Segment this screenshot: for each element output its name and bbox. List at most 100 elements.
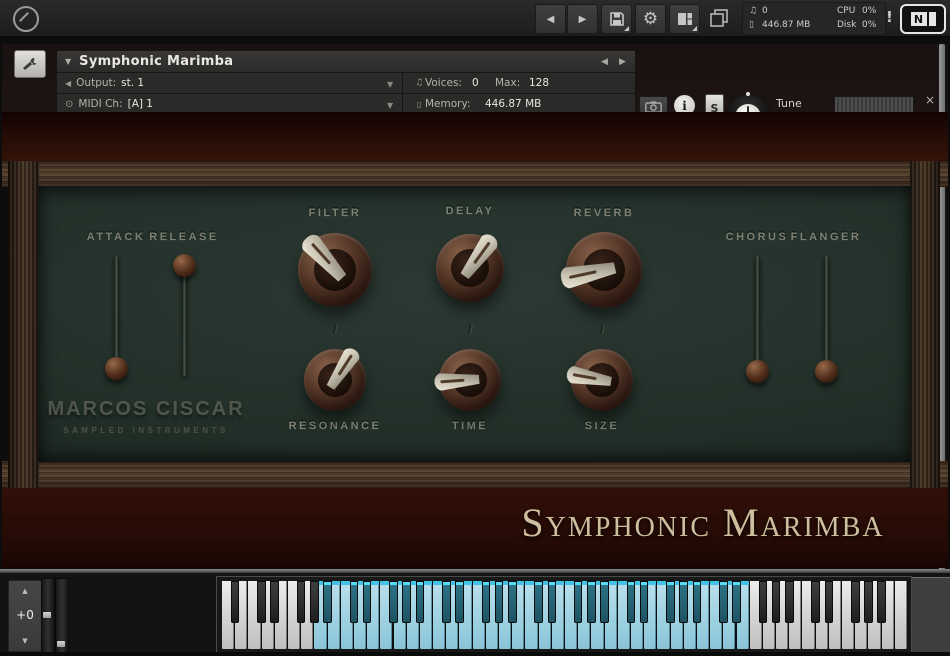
- brand-name: MARCOS CISCAR: [46, 398, 246, 421]
- disk-label: Disk: [837, 20, 856, 30]
- white-key[interactable]: [895, 581, 907, 649]
- black-key[interactable]: [851, 581, 860, 623]
- black-key[interactable]: [231, 581, 240, 623]
- black-key[interactable]: [323, 581, 332, 623]
- mod-wheel[interactable]: [55, 578, 69, 654]
- max-voices-value[interactable]: 128: [529, 77, 549, 89]
- ni-logo-n: N: [911, 12, 927, 26]
- black-key[interactable]: [825, 581, 834, 623]
- black-key[interactable]: [574, 581, 583, 623]
- knob-filter[interactable]: [298, 233, 372, 307]
- total-memory-value: 446.87 MB: [762, 20, 810, 30]
- slider-attack[interactable]: [105, 357, 128, 380]
- black-key[interactable]: [732, 581, 741, 623]
- remove-instrument-icon[interactable]: ×: [925, 93, 935, 107]
- black-key[interactable]: [772, 581, 781, 623]
- kontakt-menu-icon[interactable]: [13, 6, 39, 32]
- black-key[interactable]: [785, 581, 794, 623]
- next-instrument-icon[interactable]: ▶: [619, 57, 626, 67]
- black-key[interactable]: [402, 581, 411, 623]
- knob-pointer-slot: [440, 379, 464, 384]
- edit-instrument-button[interactable]: [14, 50, 46, 78]
- black-key[interactable]: [693, 581, 702, 623]
- system-status-panel: ♫ 0 CPU 0% ▯ 446.87 MB Disk 0%: [742, 2, 886, 35]
- collapse-arrow-icon[interactable]: ▼: [65, 57, 71, 66]
- black-key[interactable]: [548, 581, 557, 623]
- black-key[interactable]: [679, 581, 688, 623]
- output-dropdown-icon[interactable]: ▼: [387, 80, 393, 89]
- wood-frame-right: [910, 161, 940, 488]
- row-separator: [402, 73, 403, 93]
- midi-channel-value[interactable]: [A] 1: [128, 98, 153, 110]
- black-key[interactable]: [811, 581, 820, 623]
- black-key[interactable]: [666, 581, 675, 623]
- black-key[interactable]: [759, 581, 768, 623]
- black-key[interactable]: [416, 581, 425, 623]
- tune-label: Tune: [776, 97, 802, 110]
- output-voices-row: ◀ Output: st. 1 ▼ ♫ Voices: 0 Max: 128: [57, 73, 635, 94]
- slider-track-flanger: [824, 256, 829, 376]
- voices-value: 0: [472, 77, 479, 89]
- knob-pointer-slot: [473, 241, 490, 263]
- black-key[interactable]: [257, 581, 266, 623]
- black-key[interactable]: [297, 581, 306, 623]
- options-button[interactable]: ⚙: [635, 4, 666, 34]
- transpose-down-icon[interactable]: ▼: [9, 637, 41, 645]
- pitch-wheel[interactable]: [41, 578, 55, 654]
- knob-pointer-slot: [568, 270, 597, 279]
- warning-indicator-icon[interactable]: !: [886, 8, 893, 26]
- minimize-view-button[interactable]: [708, 7, 730, 29]
- pitch-wheel-handle[interactable]: [43, 612, 51, 618]
- gear-icon: ⚙: [643, 9, 658, 29]
- view-layout-button[interactable]: [669, 4, 700, 34]
- ni-logo[interactable]: N: [900, 4, 946, 34]
- black-key[interactable]: [363, 581, 372, 623]
- black-key[interactable]: [719, 581, 728, 623]
- black-key[interactable]: [455, 581, 464, 623]
- black-key[interactable]: [534, 581, 543, 623]
- slider-chorus[interactable]: [746, 360, 769, 383]
- black-key[interactable]: [310, 581, 319, 623]
- forward-button[interactable]: ▶: [567, 4, 598, 34]
- save-menu-arrow: [624, 26, 629, 31]
- midi-dropdown-icon[interactable]: ▼: [387, 101, 393, 110]
- layout-icon: [677, 11, 693, 27]
- knob-time[interactable]: [439, 349, 501, 411]
- back-button[interactable]: ◀: [535, 4, 566, 34]
- black-key[interactable]: [442, 581, 451, 623]
- black-key[interactable]: [627, 581, 636, 623]
- knob-delay[interactable]: [436, 234, 504, 302]
- slider-label-release: RELEASE: [99, 231, 269, 243]
- transpose-up-icon[interactable]: ▲: [9, 587, 41, 595]
- black-key[interactable]: [350, 581, 359, 623]
- knob-reverb[interactable]: [566, 232, 642, 308]
- midi-channel-label: MIDI Ch:: [78, 98, 122, 110]
- black-key[interactable]: [640, 581, 649, 623]
- instrument-title-row[interactable]: ▼ Symphonic Marimba ◀ ▶: [57, 51, 635, 73]
- midi-memory-row: ⊙ MIDI Ch: [A] 1 ▼ ▯ Memory: 446.87 MB: [57, 94, 635, 114]
- black-key[interactable]: [389, 581, 398, 623]
- save-button[interactable]: [601, 4, 632, 34]
- knob-size[interactable]: [571, 349, 633, 411]
- black-key[interactable]: [587, 581, 596, 623]
- transpose-control[interactable]: ▲ +0 ▼: [8, 580, 42, 652]
- black-key[interactable]: [600, 581, 609, 623]
- voices-icon: ♫: [749, 6, 759, 16]
- output-icon: ◀: [65, 79, 71, 88]
- black-key[interactable]: [864, 581, 873, 623]
- black-key[interactable]: [508, 581, 517, 623]
- prev-instrument-icon[interactable]: ◀: [601, 57, 608, 67]
- row-separator: [402, 94, 403, 114]
- black-key[interactable]: [877, 581, 886, 623]
- black-key[interactable]: [482, 581, 491, 623]
- black-key[interactable]: [270, 581, 279, 623]
- knob-resonance[interactable]: [304, 349, 366, 411]
- knob-pointer-slot: [573, 373, 597, 380]
- slider-release[interactable]: [173, 254, 196, 277]
- mod-wheel-handle[interactable]: [57, 641, 65, 647]
- knob-label-reverb: REVERB: [519, 207, 689, 219]
- output-value[interactable]: st. 1: [121, 77, 144, 89]
- slider-flanger[interactable]: [815, 360, 838, 383]
- memory-value: 446.87 MB: [485, 98, 541, 110]
- black-key[interactable]: [495, 581, 504, 623]
